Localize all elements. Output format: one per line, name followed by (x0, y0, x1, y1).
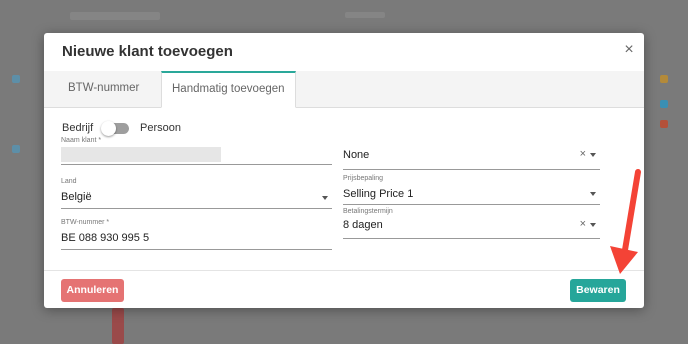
annotation-arrow-icon (610, 169, 641, 274)
pricing-select[interactable]: Prijsbepaling Selling Price 1 (343, 175, 600, 205)
chevron-down-icon[interactable] (590, 192, 596, 196)
clear-icon[interactable]: × (580, 219, 586, 230)
save-button[interactable]: Bewaren (570, 279, 626, 302)
cancel-button[interactable]: Annuleren (61, 279, 124, 302)
close-icon[interactable]: × (622, 42, 636, 58)
country-value: België (61, 191, 92, 203)
customer-group-value: None (343, 149, 370, 161)
payment-term-label: Betalingstermijn (343, 208, 393, 215)
customer-type-toggle-row: Bedrijf Persoon (62, 121, 262, 136)
country-label: Land (61, 178, 77, 185)
pricing-label: Prijsbepaling (343, 175, 384, 182)
pricing-value: Selling Price 1 (343, 188, 414, 200)
country-select[interactable]: Land België (61, 178, 332, 209)
toggle-label-company: Bedrijf (62, 122, 94, 134)
vat-number-label: BTW-nummer * (61, 219, 110, 226)
toggle-knob (101, 121, 116, 136)
customer-name-label: Naam klant * (61, 137, 102, 144)
payment-term-value: 8 dagen (343, 219, 383, 231)
background-icon (12, 75, 20, 83)
toggle-label-person: Persoon (140, 122, 181, 134)
field-underline (343, 238, 600, 239)
clear-icon[interactable]: × (580, 149, 586, 160)
tab-manual-add[interactable]: Handmatig toevoegen (161, 71, 296, 108)
background-bar (112, 308, 124, 344)
customer-name-field[interactable]: Naam klant * (61, 137, 332, 165)
background-icon (660, 120, 668, 128)
background-text (345, 12, 385, 18)
field-underline (61, 249, 332, 250)
dialog-footer: Annuleren Bewaren (44, 270, 644, 309)
field-underline (343, 169, 600, 170)
chevron-down-icon[interactable] (322, 196, 328, 200)
background-icon (12, 145, 20, 153)
tab-bar: BTW-nummer Handmatig toevoegen (44, 71, 644, 108)
field-underline (343, 204, 600, 205)
field-underline (61, 164, 332, 165)
customer-type-toggle[interactable] (101, 121, 129, 136)
add-customer-dialog: Nieuwe klant toevoegen × BTW-nummer Hand… (44, 33, 644, 308)
payment-term-select[interactable]: Betalingstermijn 8 dagen × (343, 208, 600, 239)
chevron-down-icon[interactable] (590, 153, 596, 157)
tab-vat-number[interactable]: BTW-nummer (58, 71, 149, 107)
vat-number-input[interactable]: BTW-nummer * BE 088 930 995 5 (61, 219, 332, 250)
dialog-title: Nieuwe klant toevoegen (62, 43, 233, 60)
dialog-header: Nieuwe klant toevoegen × (44, 33, 644, 71)
background-icon (660, 75, 668, 83)
customer-group-select[interactable]: None × (343, 141, 600, 170)
background-icon (660, 100, 668, 108)
vat-number-value: BE 088 930 995 5 (61, 232, 150, 244)
customer-name-value-redacted (61, 147, 221, 162)
field-underline (61, 208, 332, 209)
background-title (70, 12, 160, 20)
chevron-down-icon[interactable] (590, 223, 596, 227)
